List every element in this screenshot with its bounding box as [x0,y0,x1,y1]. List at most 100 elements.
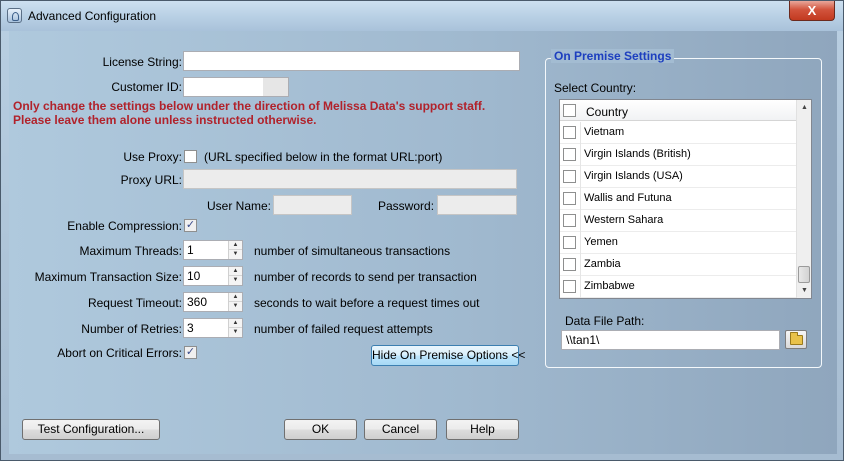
country-name: Yemen [584,236,618,248]
folder-open-icon [790,332,803,345]
number-of-retries-hint: number of failed request attempts [254,322,433,336]
proxy-url-input[interactable] [183,169,517,189]
country-name: Vietnam [584,126,625,138]
data-file-path-label: Data File Path: [565,314,645,328]
spin-down-icon[interactable]: ▼ [229,302,242,311]
request-timeout-label: Request Timeout: [87,296,182,310]
country-checkbox[interactable] [563,170,576,183]
cell-divider [580,166,581,188]
hide-on-premise-button[interactable]: Hide On Premise Options << [371,345,525,366]
request-timeout-hint: seconds to wait before a request times o… [254,296,480,310]
customer-id-label: Customer ID: [111,80,182,94]
close-button[interactable]: X [789,1,835,21]
compression-checkbox[interactable]: ✓ [184,219,197,232]
compression-label: Enable Compression: [67,219,182,233]
customer-id-input[interactable] [183,77,289,97]
number-of-retries-label: Number of Retries: [81,322,182,336]
country-checkbox[interactable] [563,192,576,205]
spin-down-icon[interactable]: ▼ [229,276,242,285]
cancel-button[interactable]: Cancel [364,419,437,440]
spin-up-icon[interactable]: ▲ [229,241,242,250]
spin-up-icon[interactable]: ▲ [229,293,242,302]
scroll-down-icon[interactable]: ▼ [797,283,812,298]
request-timeout-value: 360 [187,295,208,309]
request-timeout-stepper[interactable]: 360 ▲ ▼ [183,292,243,312]
use-proxy-label: Use Proxy: [123,150,182,164]
country-checkbox[interactable] [563,280,576,293]
max-transaction-size-stepper[interactable]: 10 ▲ ▼ [183,266,243,286]
warning-line-2: Please leave them alone unless instructe… [13,113,317,127]
number-of-retries-value: 3 [187,321,194,335]
country-name: Zimbabwe [584,280,635,292]
country-checkbox[interactable] [563,236,576,249]
scroll-thumb[interactable] [798,266,810,283]
username-input[interactable] [273,195,352,215]
cell-divider [580,144,581,166]
country-checkbox[interactable] [563,214,576,227]
max-transaction-size-label: Maximum Transaction Size: [34,270,182,284]
spin-down-icon[interactable]: ▼ [229,328,242,337]
license-string-label: License String: [102,55,182,69]
max-threads-stepper[interactable]: 1 ▲ ▼ [183,240,243,260]
country-name: Virgin Islands (USA) [584,170,683,182]
spin-down-icon[interactable]: ▼ [229,250,242,259]
country-row[interactable]: Wallis and Futuna [560,188,797,210]
country-list-scrollbar[interactable]: ▲ ▼ [796,100,811,298]
license-string-input[interactable] [183,51,520,71]
test-configuration-button[interactable]: Test Configuration... [22,419,160,440]
on-premise-settings-title: On Premise Settings [551,49,675,63]
cell-divider [580,210,581,232]
country-column-header: Country [586,105,629,119]
select-all-checkbox[interactable] [563,104,576,117]
app-icon [7,8,22,23]
country-list[interactable]: Country Vietnam Virgin Islands (British) V… [559,99,812,299]
country-row[interactable]: Vietnam [560,122,797,144]
spin-up-icon[interactable]: ▲ [229,267,242,276]
password-label: Password: [378,199,435,213]
country-checkbox[interactable] [563,126,576,139]
country-row[interactable]: Zimbabwe [560,276,797,298]
cell-divider [580,188,581,210]
cell-divider [580,122,581,144]
country-row[interactable]: Virgin Islands (British) [560,144,797,166]
abort-on-critical-errors-checkbox[interactable]: ✓ [184,346,197,359]
dialog-client-area: License String: Customer ID: Only change… [9,31,837,454]
country-row[interactable]: Western Sahara [560,210,797,232]
country-row[interactable]: Virgin Islands (USA) [560,166,797,188]
country-checkbox[interactable] [563,148,576,161]
title-bar[interactable]: Advanced Configuration X [1,1,843,31]
use-proxy-checkbox[interactable] [184,150,197,163]
spin-up-icon[interactable]: ▲ [229,319,242,328]
help-button[interactable]: Help [446,419,519,440]
password-input[interactable] [437,195,517,215]
select-country-label: Select Country: [554,81,637,95]
request-timeout-arrows: ▲ ▼ [228,293,242,311]
cell-divider [580,254,581,276]
country-list-header: Country [560,100,797,121]
max-threads-value: 1 [187,243,194,257]
country-checkbox[interactable] [563,258,576,271]
cell-divider [580,232,581,254]
max-threads-hint: number of simultaneous transactions [254,244,451,258]
max-transaction-size-value: 10 [187,269,201,283]
max-transaction-size-arrows: ▲ ▼ [228,267,242,285]
username-label: User Name: [207,199,272,213]
abort-on-critical-errors-label: Abort on Critical Errors: [57,346,182,360]
country-name: Virgin Islands (British) [584,148,691,160]
country-name: Wallis and Futuna [584,192,672,204]
country-row[interactable]: Zambia [560,254,797,276]
browse-folder-button[interactable] [785,330,807,349]
number-of-retries-arrows: ▲ ▼ [228,319,242,337]
dialog-window: Advanced Configuration X License String:… [0,0,844,461]
number-of-retries-stepper[interactable]: 3 ▲ ▼ [183,318,243,338]
country-row[interactable]: Yemen [560,232,797,254]
ok-button[interactable]: OK [284,419,357,440]
data-file-path-input[interactable]: \\tan1\ [561,330,780,350]
window-title: Advanced Configuration [28,9,157,23]
warning-line-1: Only change the settings below under the… [13,99,486,113]
max-transaction-size-hint: number of records to send per transactio… [254,270,477,284]
use-proxy-hint: (URL specified below in the format URL:p… [204,150,443,164]
country-name: Western Sahara [584,214,664,226]
scroll-up-icon[interactable]: ▲ [797,100,812,115]
max-threads-label: Maximum Threads: [79,244,182,258]
